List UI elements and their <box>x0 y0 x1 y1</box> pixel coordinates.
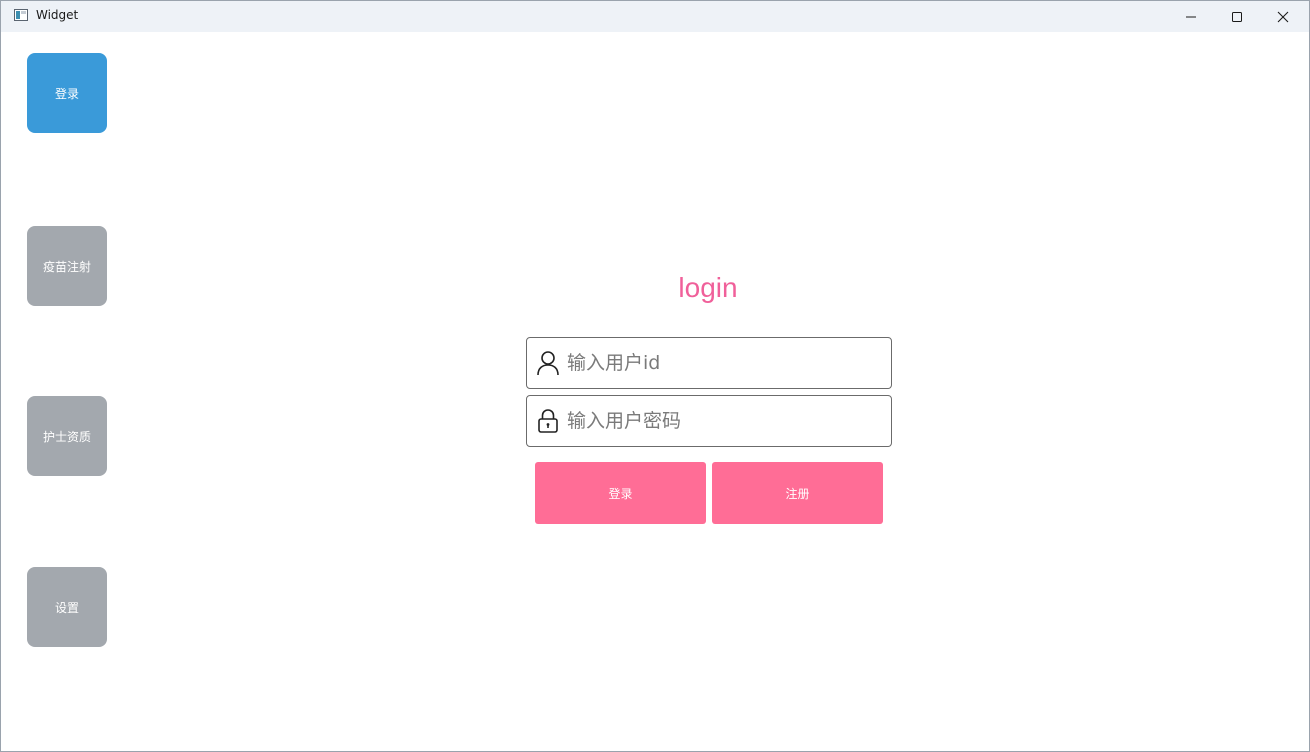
minimize-button[interactable] <box>1168 1 1214 32</box>
user-id-input[interactable] <box>567 338 883 388</box>
sidebar-item-label: 护士资质 <box>42 429 91 444</box>
password-field[interactable] <box>526 395 892 447</box>
title-bar[interactable]: Widget <box>1 1 1309 32</box>
lock-icon <box>538 409 558 433</box>
sidebar-item-label: 登录 <box>54 86 79 101</box>
login-title: login <box>678 272 738 303</box>
close-icon <box>1277 11 1289 22</box>
minimize-icon <box>1186 16 1196 17</box>
window-title: Widget <box>36 8 79 22</box>
register-button[interactable]: 注册 <box>712 462 883 524</box>
login-button-label: 登录 <box>608 486 633 501</box>
maximize-button[interactable] <box>1214 1 1260 32</box>
login-button[interactable]: 登录 <box>535 462 706 524</box>
sidebar-item-login[interactable]: 登录 <box>27 53 107 133</box>
register-button-label: 注册 <box>785 486 810 501</box>
sidebar-item-vaccine-injection[interactable]: 疫苗注射 <box>27 226 107 306</box>
user-icon <box>537 351 559 376</box>
user-id-field[interactable] <box>526 337 892 389</box>
password-input[interactable] <box>567 396 883 446</box>
sidebar-item-nurse-qualification[interactable]: 护士资质 <box>27 396 107 476</box>
maximize-icon <box>1232 11 1242 22</box>
sidebar-item-label: 设置 <box>54 600 79 615</box>
app-window: Widget 登录 疫苗注射 护士资质 设置 login 输入用户id 登录 注… <box>0 0 1310 752</box>
window-app-icon <box>14 9 28 21</box>
sidebar-item-settings[interactable]: 设置 <box>27 567 107 647</box>
sidebar-item-label: 疫苗注射 <box>42 259 91 274</box>
close-button[interactable] <box>1260 1 1306 32</box>
